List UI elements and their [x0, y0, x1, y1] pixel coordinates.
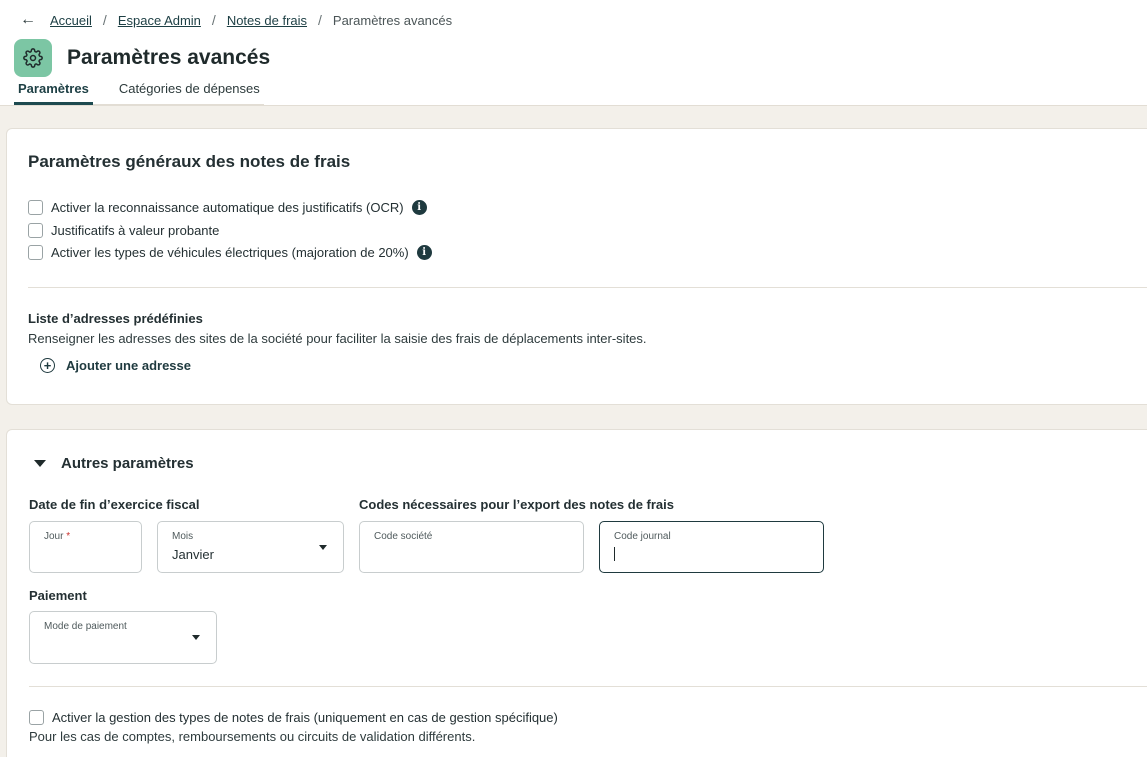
breadcrumb-separator: / [318, 12, 322, 28]
app-icon-tile [14, 39, 52, 77]
breadcrumb-link-espace-admin[interactable]: Espace Admin [118, 13, 201, 28]
page-title: Paramètres avancés [67, 46, 271, 69]
justificatifs-label: Justificatifs à valeur probante [51, 223, 220, 238]
payment-mode-label: Mode de paiement [44, 621, 127, 632]
other-settings-toggle[interactable]: Autres paramètres [34, 455, 194, 472]
addresses-title: Liste d’adresses prédéfinies [28, 311, 203, 326]
company-code-field[interactable]: Code société [359, 521, 584, 573]
fiscal-day-field[interactable]: Jour * [29, 521, 142, 573]
expense-types-description: Pour les cas de comptes, remboursements … [29, 729, 476, 744]
page-header: Paramètres avancés [14, 39, 270, 77]
gear-icon [23, 48, 43, 68]
ocr-checkbox[interactable] [28, 200, 43, 215]
vehicules-electriques-label: Activer les types de véhicules électriqu… [51, 245, 409, 260]
other-settings-title: Autres paramètres [61, 455, 194, 472]
option-vehicules-electriques: Activer les types de véhicules électriqu… [28, 245, 432, 260]
plus-circle-icon: + [40, 358, 55, 373]
expense-types-checkbox[interactable] [29, 710, 44, 725]
option-justificatifs: Justificatifs à valeur probante [28, 223, 219, 238]
justificatifs-checkbox[interactable] [28, 223, 43, 238]
ocr-label: Activer la reconnaissance automatique de… [51, 200, 404, 215]
company-code-label: Code société [374, 531, 433, 542]
other-settings-card: Autres paramètres Date de fin d’exercice… [6, 429, 1147, 757]
journal-code-field[interactable]: Code journal [599, 521, 824, 573]
arrow-left-icon[interactable]: ← [20, 11, 36, 29]
export-codes-title: Codes nécessaires pour l’export des note… [359, 497, 675, 512]
fiscal-year-title: Date de fin d’exercice fiscal [29, 497, 200, 512]
tab-parametres[interactable]: Paramètres [14, 79, 93, 105]
tab-categories-de-depenses[interactable]: Catégories de dépenses [115, 79, 264, 105]
text-cursor [614, 547, 615, 561]
general-settings-title: Paramètres généraux des notes de frais [28, 152, 351, 171]
fiscal-month-value: Janvier [172, 547, 214, 562]
breadcrumb-current: Paramètres avancés [332, 12, 453, 28]
add-address-button[interactable]: + Ajouter une adresse [40, 358, 191, 373]
caret-down-icon [34, 460, 46, 467]
info-icon[interactable]: i [411, 200, 427, 215]
caret-down-icon [192, 635, 200, 640]
breadcrumb-link-accueil[interactable]: Accueil [50, 13, 92, 28]
journal-code-label: Code journal [614, 531, 671, 542]
option-expense-types: Activer la gestion des types de notes de… [29, 710, 558, 725]
option-ocr: Activer la reconnaissance automatique de… [28, 200, 427, 215]
payment-mode-select[interactable]: Mode de paiement [29, 611, 217, 664]
expense-types-label: Activer la gestion des types de notes de… [52, 710, 558, 725]
divider [28, 287, 1147, 288]
breadcrumb-link-notes-de-frais[interactable]: Notes de frais [227, 13, 307, 28]
caret-down-icon [319, 545, 327, 550]
addresses-description: Renseigner les adresses des sites de la … [28, 331, 647, 346]
breadcrumb-separator: / [211, 12, 216, 28]
vehicules-electriques-checkbox[interactable] [28, 245, 43, 260]
breadcrumb: ← Accueil / Espace Admin / Notes de frai… [20, 11, 452, 29]
payment-title: Paiement [29, 588, 87, 603]
add-address-label: Ajouter une adresse [66, 358, 191, 373]
breadcrumb-separator: / [102, 12, 107, 28]
divider [29, 686, 1147, 687]
fiscal-day-label: Jour * [44, 531, 71, 542]
fiscal-month-label: Mois [172, 531, 194, 542]
tab-bar: Paramètres Catégories de dépenses [14, 79, 264, 105]
content-area: Paramètres généraux des notes de frais A… [0, 106, 1147, 757]
info-icon[interactable]: i [416, 245, 432, 260]
top-header: ← Accueil / Espace Admin / Notes de frai… [0, 0, 1147, 106]
fiscal-month-select[interactable]: Mois Janvier [157, 521, 344, 573]
general-settings-card: Paramètres généraux des notes de frais A… [6, 128, 1147, 405]
